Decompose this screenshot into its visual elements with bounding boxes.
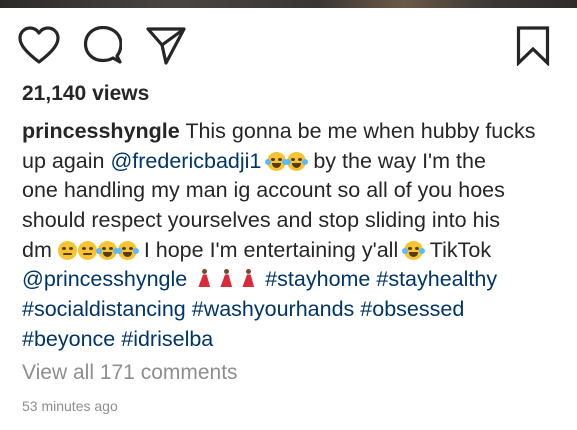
caption-text: TikTok (424, 237, 492, 262)
caption-line-8: #beyonce #idriselba (22, 325, 562, 355)
bookmark-icon[interactable] (516, 26, 550, 66)
face-with-rolling-eyes-icon (77, 240, 97, 260)
view-count[interactable]: 21,140 views (22, 82, 149, 106)
hashtag-link[interactable]: #stayhome (265, 267, 370, 291)
caption-text: up again (22, 148, 111, 173)
comment-bubble-icon[interactable] (84, 26, 122, 66)
caption-line-1: princesshyngle This gonna be me when hub… (22, 117, 562, 147)
caption-text: I hope I'm entertaining y'all (137, 237, 405, 262)
hashtag-link[interactable]: #stayhealthy (376, 267, 497, 291)
mention-link[interactable]: @fredericbadji1 (110, 149, 261, 173)
caption-line-3: one handling my man ig account so all of… (22, 178, 505, 203)
face-with-tears-of-joy-icon (115, 240, 139, 260)
dancer-icon (219, 269, 233, 289)
caption-text: by the way I'm the (307, 148, 486, 173)
hashtag-link[interactable]: #obsessed (360, 297, 464, 321)
view-all-comments-link[interactable]: View all 171 comments (22, 361, 238, 385)
caption-line-7: #socialdistancing #washyourhands #obsess… (22, 295, 562, 325)
rolling-on-floor-laughing-icon (95, 240, 119, 260)
face-with-tears-of-joy-icon (402, 240, 426, 260)
mention-link[interactable]: @princesshyngle (22, 267, 187, 291)
caption-text: dm (22, 237, 58, 262)
hashtag-link[interactable]: #beyonce (22, 327, 115, 351)
hashtag-link[interactable]: #washyourhands (192, 297, 355, 321)
hashtag-link[interactable]: #idriselba (121, 327, 213, 351)
caption-line-5: dm I hope I'm entertaining y'all TikTok (22, 236, 562, 266)
caption-line-6: @princesshyngle #stayhome #stayhealthy (22, 265, 562, 295)
face-with-tears-of-joy-icon (285, 151, 309, 171)
caption-text: This gonna be me when hubby fucks (179, 119, 536, 143)
dancer-icon (241, 269, 255, 289)
post-action-bar (0, 26, 577, 70)
heart-icon[interactable] (18, 26, 60, 66)
hashtag-link[interactable]: #socialdistancing (22, 297, 186, 321)
face-with-rolling-eyes-icon (57, 240, 77, 260)
caption-line-2: up again @fredericbadji1 by the way I'm … (22, 147, 562, 177)
paper-plane-icon[interactable] (146, 27, 186, 65)
dancer-icon (197, 269, 211, 289)
post-media-bottom-edge (0, 0, 577, 8)
face-with-tears-of-joy-icon (265, 151, 289, 171)
post-caption: princesshyngle This gonna be me when hub… (22, 117, 562, 355)
post-timestamp: 53 minutes ago (22, 398, 118, 414)
caption-line-4: should respect yourselves and stop slidi… (22, 208, 501, 233)
caption-username[interactable]: princesshyngle (22, 119, 180, 143)
